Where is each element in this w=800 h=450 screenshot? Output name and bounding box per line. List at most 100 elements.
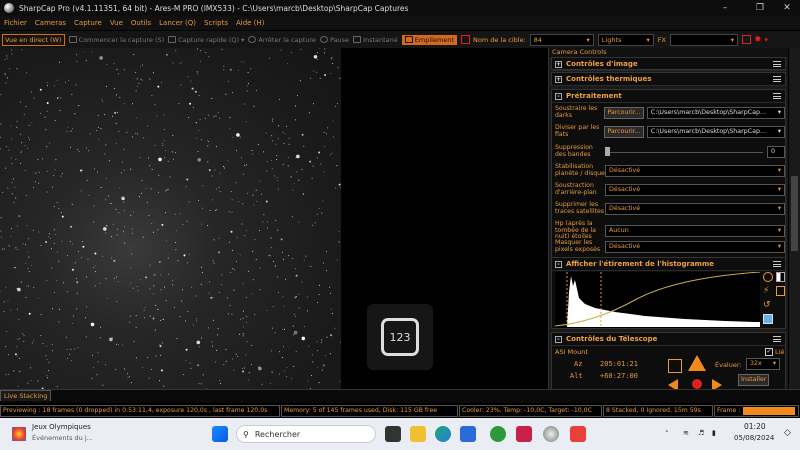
browse-darks-button[interactable]: Parcourir... (604, 106, 644, 119)
fx-select[interactable]: ▾ (669, 33, 738, 46)
target-name-input[interactable]: 84 ▾ (529, 33, 594, 46)
crosshair-icon[interactable]: ✸ (754, 35, 762, 45)
satellite-select[interactable]: Désactivé ▾ (605, 202, 785, 215)
taskbar-search[interactable]: ⚲ Rechercher (236, 425, 376, 443)
panel-scrollbar[interactable] (789, 48, 800, 389)
lock-icon[interactable] (776, 286, 785, 296)
star (70, 348, 72, 350)
menu-outils[interactable]: Outils (131, 19, 151, 27)
notifications-icon[interactable]: ◇ (784, 428, 791, 438)
star (330, 154, 331, 156)
stabilization-select[interactable]: Désactivé ▾ (605, 164, 785, 177)
news-title[interactable]: Jeux Olympiques (32, 423, 91, 431)
star (209, 281, 210, 283)
darks-path-select[interactable]: C:\Users\marcb\Desktop\SharpCap... ▾ (646, 106, 785, 119)
live-stacking-tab[interactable]: Live Stacking (0, 390, 52, 401)
menu-icon[interactable] (773, 336, 781, 342)
goto-icon[interactable] (668, 359, 682, 373)
collapse-icon[interactable]: - (555, 260, 562, 268)
scrollbar-thumb[interactable] (791, 176, 798, 251)
menu-fichier[interactable]: Fichier (4, 19, 27, 27)
speaker-icon[interactable]: ♬ (698, 429, 704, 437)
star (329, 353, 331, 355)
slider-thumb[interactable] (605, 146, 610, 156)
frame-type-select[interactable]: Lights ▾ (597, 33, 654, 46)
tray-chevron-icon[interactable]: ˄ (665, 430, 669, 438)
menu-lancer[interactable]: Lancer (Q) (159, 19, 196, 27)
app-icon-red[interactable] (516, 426, 532, 442)
star (135, 117, 137, 119)
pause-button[interactable]: Pause (319, 36, 349, 44)
wifi-icon[interactable]: ≋ (683, 429, 689, 437)
close-button[interactable]: ✕ (772, 0, 800, 16)
menu-icon[interactable] (773, 76, 781, 82)
lie-checkbox[interactable]: ✓ (765, 348, 773, 356)
menu-icon[interactable] (773, 261, 781, 267)
clock-time[interactable]: 01:20 (744, 422, 766, 431)
save-icon[interactable] (763, 314, 773, 324)
auto-stretch-icon[interactable] (763, 272, 773, 282)
star (81, 241, 83, 243)
expand-icon[interactable]: + (555, 60, 562, 68)
eval-select[interactable]: 32x ▾ (746, 358, 780, 370)
anydesk-icon[interactable] (570, 426, 586, 442)
banding-value-input[interactable]: 0 (767, 145, 785, 158)
chevron-down-icon[interactable]: ▾ (765, 36, 769, 44)
minimize-button[interactable]: – (710, 0, 740, 16)
star (268, 254, 270, 256)
olympics-icon[interactable] (12, 427, 26, 441)
flats-path-select[interactable]: C:\Users\marcb\Desktop\SharpCap... ▾ (646, 125, 785, 138)
menu-vue[interactable]: Vue (110, 19, 123, 27)
banding-slider[interactable] (605, 146, 763, 158)
stacking-button[interactable]: Empilement (401, 34, 457, 45)
stop-slew-icon[interactable] (692, 379, 702, 389)
task-view-icon[interactable] (385, 426, 401, 442)
edge-icon[interactable] (435, 426, 451, 442)
start-capture-button[interactable]: Commencer la capture (S) (68, 36, 164, 44)
contrast-icon[interactable] (776, 272, 785, 282)
app-icon-green[interactable] (490, 426, 506, 442)
record-icon[interactable] (741, 35, 751, 44)
arrow-up-icon[interactable] (688, 355, 706, 371)
menu-icon[interactable] (773, 61, 781, 67)
star (313, 70, 315, 72)
expand-icon[interactable]: + (555, 75, 562, 83)
image-controls-section[interactable]: + Contrôles d'image (551, 57, 786, 71)
menu-aide[interactable]: Aide (H) (236, 19, 264, 27)
thermal-controls-section[interactable]: + Contrôles thermiques (551, 72, 786, 86)
battery-icon[interactable]: ▮ (712, 429, 716, 437)
restore-button[interactable]: ❐ (745, 0, 775, 16)
background-select[interactable]: Désactivé ▾ (605, 183, 785, 196)
news-subtitle[interactable]: Événements du j... (32, 434, 93, 442)
hot-pixel-select[interactable]: Désactivé ▾ (605, 240, 785, 253)
file-explorer-icon[interactable] (410, 426, 426, 442)
quick-capture-button[interactable]: Capture rapide (Q) ▾ (168, 36, 244, 44)
star (283, 143, 285, 145)
windows-start-icon[interactable] (212, 426, 228, 442)
star (161, 82, 162, 84)
menu-scripts[interactable]: Scripts (204, 19, 228, 27)
store-icon[interactable] (460, 426, 476, 442)
collapse-icon[interactable]: - (555, 335, 562, 343)
sharpcap-taskbar-icon[interactable] (543, 426, 559, 442)
arrow-right-icon[interactable] (712, 379, 722, 389)
snapshot-button[interactable]: Instantané (353, 36, 398, 44)
browse-flats-button[interactable]: Parcourir... (604, 125, 644, 138)
menu-capture[interactable]: Capture (74, 19, 102, 27)
menu-icon[interactable] (773, 93, 781, 99)
menu-cameras[interactable]: Cameras (35, 19, 66, 27)
arrow-left-icon[interactable] (668, 379, 678, 389)
reset-icon[interactable]: ↺ (763, 300, 771, 310)
stop-capture-button[interactable]: Arrêter la capture (248, 36, 316, 44)
status-frame-label: Frame : (717, 407, 741, 414)
star (16, 355, 18, 357)
install-button[interactable]: Installer (738, 374, 770, 386)
collapse-icon[interactable]: - (555, 92, 562, 100)
histogram-chart[interactable] (555, 272, 760, 328)
live-view-button[interactable]: Vue en direct (W) (2, 33, 65, 46)
lightning-icon[interactable]: ⚡ (763, 286, 769, 296)
star (312, 165, 314, 167)
clock-date[interactable]: 05/08/2024 (734, 434, 774, 442)
star (326, 336, 328, 338)
hp-select[interactable]: Aucun ▾ (605, 224, 785, 237)
